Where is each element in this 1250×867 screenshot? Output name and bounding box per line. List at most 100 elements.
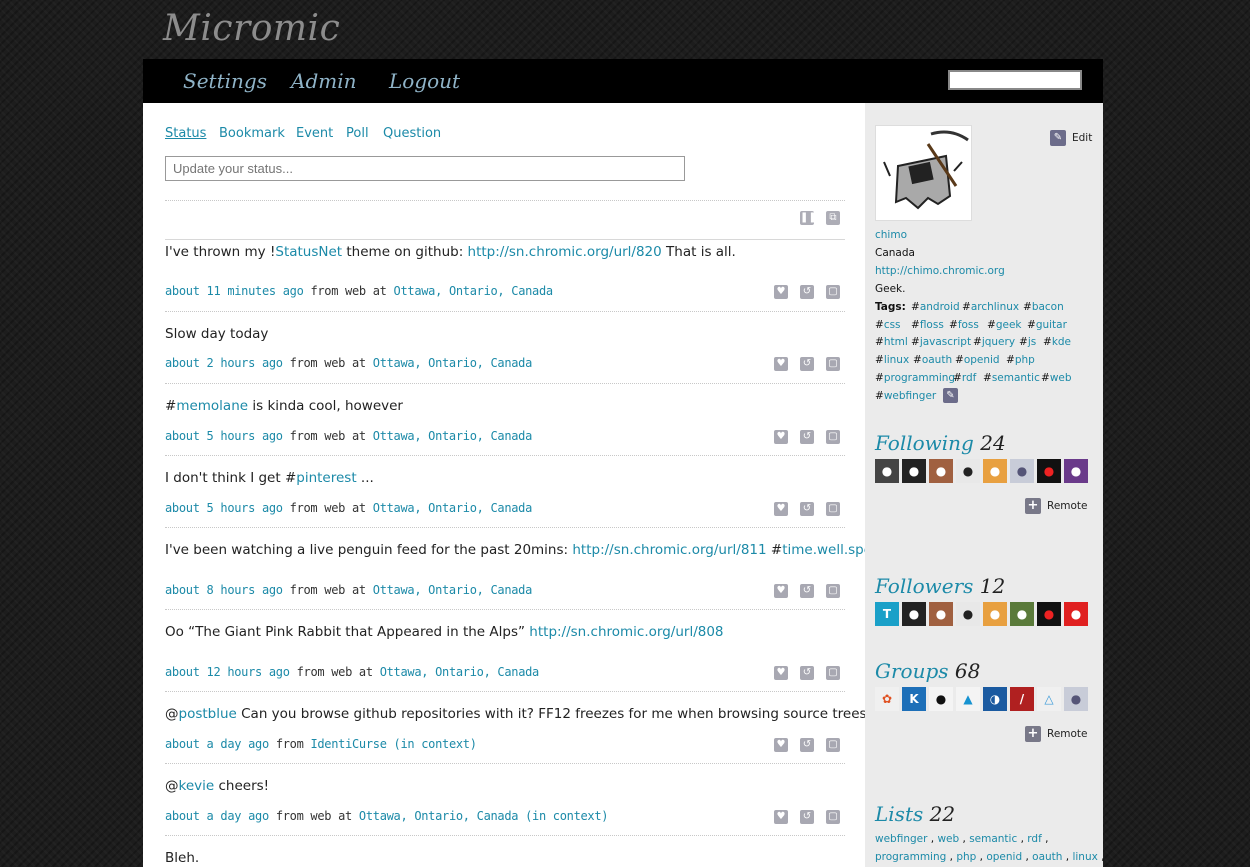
profile-tag[interactable]: #floss [911,319,944,331]
profile-tag[interactable]: #foss [949,319,979,331]
profile-nickname[interactable]: chimo [875,229,907,241]
avatar[interactable]: ● [1064,459,1088,483]
profile-tag[interactable]: #web [1041,372,1072,384]
list-link[interactable]: webfinger [875,833,927,845]
avatar[interactable]: ● [929,602,953,626]
notice-timestamp[interactable]: about 2 hours ago [165,356,283,370]
groups-heading[interactable]: Groups 68 [875,659,980,683]
site-logo[interactable]: Micromic [163,8,340,49]
group-icon[interactable]: / [1010,687,1034,711]
list-link[interactable]: php [956,851,976,863]
notice-location[interactable]: Ottawa, Ontario, Canada [394,284,554,298]
notice-timestamp[interactable]: about 8 hours ago [165,583,283,597]
profile-tag-link[interactable]: kde [1052,336,1071,348]
notice-timestamp[interactable]: about 5 hours ago [165,501,283,515]
notice-location[interactable]: Ottawa, Ontario, Canada (in context) [359,809,609,823]
linux-tux-icon[interactable]: ● [929,687,953,711]
profile-tag[interactable]: #js [1019,336,1036,348]
ubuntu-icon[interactable]: ✿ [875,687,899,711]
delete-icon[interactable]: ▢ [826,584,840,598]
notice-location[interactable]: IdentiCurse (in context) [310,737,477,751]
avatar[interactable]: ● [1010,602,1034,626]
avatar[interactable]: ● [1037,602,1061,626]
profile-tag[interactable]: #archlinux [962,301,1019,313]
profile-tag-link[interactable]: javascript [920,336,971,348]
profile-tag[interactable]: #oauth [913,354,952,366]
repeat-icon[interactable]: ↺ [800,285,814,299]
edit-profile-button[interactable]: ✎ Edit [1050,130,1092,146]
profile-tag-link[interactable]: jquery [982,336,1015,348]
following-heading[interactable]: Following 24 [875,431,1006,455]
profile-tag-link[interactable]: geek [996,319,1022,331]
list-link[interactable]: semantic [969,833,1017,845]
notice-location[interactable]: Ottawa, Ontario, Canada [373,583,533,597]
notice-link[interactable]: http://sn.chromic.org/url/808 [529,624,723,640]
notice-link[interactable]: memolane [176,398,248,414]
profile-tag-link[interactable]: rdf [962,372,977,384]
avatar[interactable]: ● [1037,459,1061,483]
avatar[interactable]: ● [929,459,953,483]
profile-tag-link[interactable]: programming [884,372,955,384]
delete-icon[interactable]: ▢ [826,810,840,824]
profile-tag-link[interactable]: android [920,301,960,313]
avatar[interactable]: T [875,602,899,626]
profile-tag-link[interactable]: css [884,319,901,331]
repeat-icon[interactable]: ↺ [800,810,814,824]
profile-tag-link[interactable]: foss [958,319,979,331]
nav-settings[interactable]: Settings [183,69,267,93]
repeat-icon[interactable]: ↺ [800,357,814,371]
profile-tag[interactable]: #html [875,336,908,348]
nav-logout[interactable]: Logout [389,69,460,93]
profile-tag[interactable]: #linux [875,354,909,366]
favor-icon[interactable]: ♥ [774,430,788,444]
list-link[interactable]: oauth [1032,851,1062,863]
edit-tags-icon[interactable]: ✎ [943,388,958,403]
repeat-icon[interactable]: ↺ [800,502,814,516]
archlinux-icon[interactable]: ▲ [956,687,980,711]
profile-tag-link[interactable]: linux [884,354,909,366]
notice-link[interactable]: http://sn.chromic.org/url/811 [572,542,766,558]
favor-icon[interactable]: ♥ [774,357,788,371]
avatar[interactable]: ● [1010,459,1034,483]
notice-timestamp[interactable]: about 12 hours ago [165,665,290,679]
profile-tag-link[interactable]: guitar [1036,319,1067,331]
notice-link[interactable]: http://sn.chromic.org/url/820 [468,244,662,260]
profile-tag-link[interactable]: archlinux [971,301,1019,313]
profile-tag[interactable]: #webfinger [875,390,936,402]
profile-tag-link[interactable]: floss [920,319,944,331]
avatar[interactable]: ● [1064,602,1088,626]
avatar[interactable]: ● [956,602,980,626]
favor-icon[interactable]: ♥ [774,810,788,824]
avatar[interactable]: ● [875,459,899,483]
profile-avatar[interactable] [875,125,972,221]
notice-link[interactable]: postblue [179,706,237,722]
notice-timestamp[interactable]: about 5 hours ago [165,429,283,443]
nav-admin[interactable]: Admin [291,69,357,93]
notice-timestamp[interactable]: about a day ago [165,737,269,751]
profile-tag[interactable]: #programming [875,372,955,384]
profile-tag-link[interactable]: oauth [922,354,952,366]
following-remote-button[interactable]: + Remote [1025,498,1088,514]
profile-tag[interactable]: #javascript [911,336,971,348]
avatar[interactable]: ● [983,602,1007,626]
notice-link[interactable]: kevie [179,778,215,794]
delete-icon[interactable]: ▢ [826,738,840,752]
delete-icon[interactable]: ▢ [826,357,840,371]
group-icon[interactable]: ● [1064,687,1088,711]
lists-heading[interactable]: Lists 22 [875,802,955,826]
search-input[interactable] [948,70,1082,90]
profile-tag-link[interactable]: semantic [992,372,1040,384]
avatar[interactable]: ● [902,602,926,626]
pause-icon[interactable]: ❚❚ [800,211,817,225]
profile-tag-link[interactable]: html [884,336,908,348]
notice-link[interactable]: StatusNet [275,244,342,260]
favor-icon[interactable]: ♥ [774,584,788,598]
list-link[interactable]: programming [875,851,946,863]
notice-location[interactable]: Ottawa, Ontario, Canada [380,665,540,679]
profile-tag[interactable]: #kde [1043,336,1071,348]
favor-icon[interactable]: ♥ [774,285,788,299]
favor-icon[interactable]: ♥ [774,502,788,516]
profile-tag-link[interactable]: js [1028,336,1036,348]
delete-icon[interactable]: ▢ [826,285,840,299]
profile-tag-link[interactable]: openid [964,354,1000,366]
